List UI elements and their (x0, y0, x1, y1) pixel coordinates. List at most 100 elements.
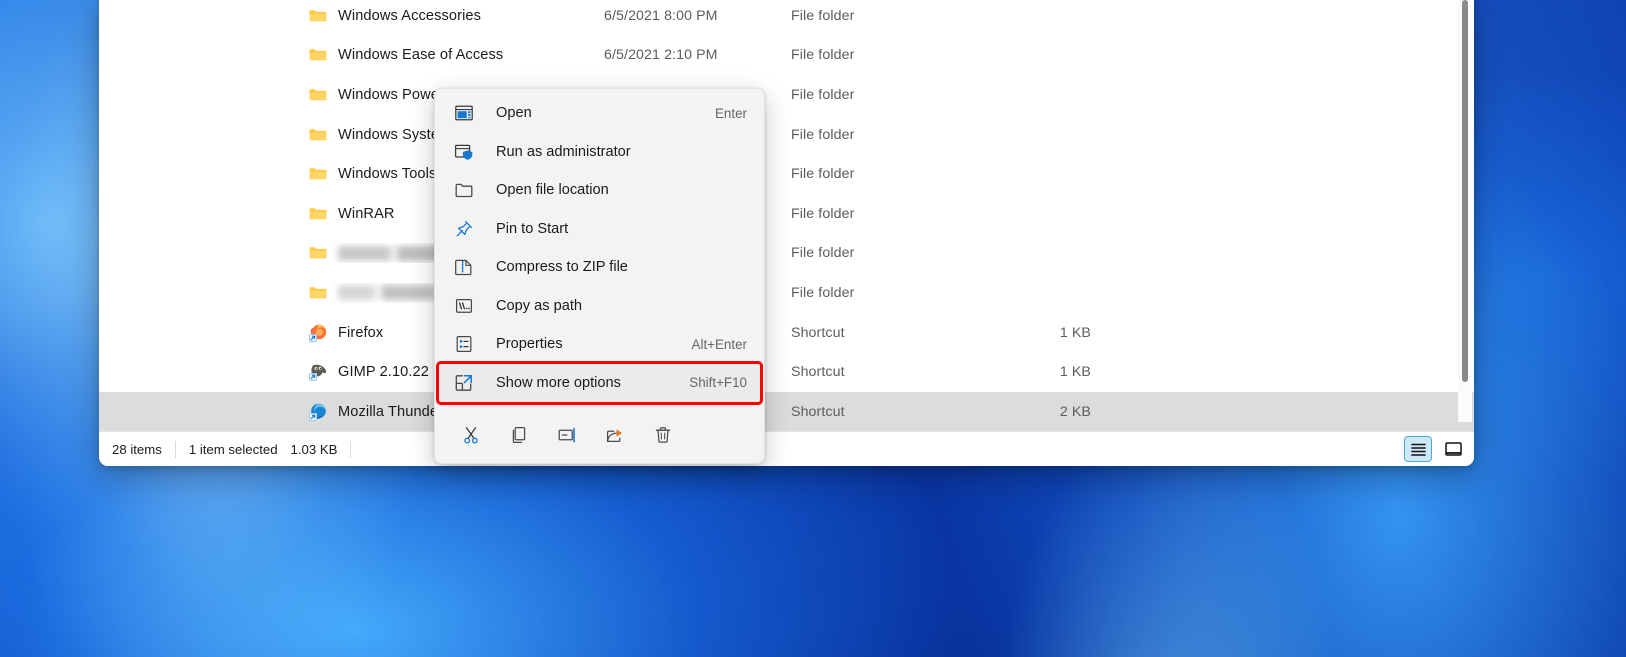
context-menu-items[interactable]: Open Enter Run as administrator Open file l… (436, 94, 763, 405)
table-row[interactable]: Windows Tools File folder (99, 154, 1474, 194)
folder-icon (308, 6, 328, 26)
file-list[interactable]: Windows Accessories 6/5/2021 8:00 PM File … (99, 0, 1474, 432)
share-button[interactable] (593, 417, 637, 453)
folder-icon (308, 243, 328, 263)
file-size-cell: 2 KB (1059, 403, 1091, 420)
menu-item-open-file-location[interactable]: Open file location (439, 171, 760, 210)
file-name-label: Firefox (338, 324, 384, 341)
folder-icon (309, 208, 327, 220)
pin-icon (456, 220, 473, 237)
date-modified-cell: 6/5/2021 8:00 PM (604, 7, 718, 24)
file-name-label: Windows Accessories (338, 7, 482, 24)
file-explorer-window: Windows Accessories 6/5/2021 8:00 PM File … (99, 0, 1474, 466)
menu-item-run-as-administrator[interactable]: Run as administrator (439, 133, 760, 172)
rename-button[interactable] (545, 417, 589, 453)
date-modified-cell: 6/5/2021 2:10 PM (604, 47, 718, 64)
rename-icon (558, 427, 575, 443)
properties-icon (456, 336, 472, 353)
context-menu-toolbar[interactable] (439, 411, 760, 459)
folder-icon (309, 247, 327, 259)
menu-item-pin-to-start[interactable]: Pin to Start (439, 210, 760, 249)
menu-item-label: Compress to ZIP file (496, 259, 628, 276)
table-row[interactable]: Firefox Shortcut 1 KB (99, 313, 1474, 353)
table-row[interactable]: Windows System Tools File folder (99, 115, 1474, 155)
thunderbird-icon (308, 402, 328, 422)
table-row[interactable]: Windows PowerShell File folder (99, 75, 1474, 115)
folder-open-icon (455, 184, 473, 198)
context-menu[interactable]: Open Enter Run as administrator Open file l… (434, 88, 765, 464)
menu-item-shortcut: Enter (714, 105, 747, 121)
menu-item-copy-as-path[interactable]: Copy as path (439, 287, 760, 326)
folder-icon (308, 45, 328, 65)
preview-pane-icon (1444, 441, 1462, 456)
table-row[interactable]: WinRAR File folder (99, 194, 1474, 234)
thunderbird-icon (309, 403, 326, 421)
zip-icon (455, 260, 472, 276)
table-row[interactable]: File folder (99, 273, 1474, 313)
preview-pane-button[interactable] (1439, 436, 1467, 462)
table-row[interactable]: Windows Accessories 6/5/2021 8:00 PM File … (99, 0, 1474, 36)
copy-path-icon (455, 298, 473, 313)
folder-icon (308, 125, 328, 145)
cut-icon (464, 427, 478, 444)
table-row[interactable]: Windows Ease of Access 6/5/2021 2:10 PM Fi… (99, 36, 1474, 76)
folder-icon (309, 10, 327, 22)
file-name-cell: Windows Accessories (308, 6, 604, 26)
file-type-cell: File folder (791, 166, 855, 183)
shield-admin-icon (454, 144, 473, 160)
menu-item-label: Show more options (496, 374, 621, 391)
folder-icon (308, 283, 328, 303)
file-type-cell: File folder (791, 47, 855, 64)
file-name-label: WinRAR (338, 205, 395, 222)
scrollbar-thumb[interactable] (1462, 0, 1468, 382)
menu-item-properties[interactable]: Properties Alt+Enter (439, 325, 760, 364)
table-row[interactable]: GIMP 2.10.22 Shortcut 1 KB (99, 352, 1474, 392)
status-divider-2 (350, 440, 352, 458)
folder-icon (309, 287, 327, 299)
share-icon (606, 429, 622, 443)
menu-item-shortcut: Shift+F10 (689, 375, 747, 391)
menu-item-show-more-options[interactable]: Show more options Shift+F10 (436, 360, 763, 405)
table-row[interactable]: File folder (99, 234, 1474, 274)
list-view-icon (1410, 443, 1426, 456)
expand-arrow-icon (455, 374, 472, 391)
file-type-cell: Shortcut (791, 403, 845, 420)
status-divider-1 (174, 440, 176, 458)
file-name-cell: Windows Ease of Access (308, 45, 604, 65)
menu-item-label: Properties (496, 336, 563, 353)
open-window-icon (454, 103, 474, 123)
menu-item-label: Open file location (496, 182, 609, 199)
menu-item-label: Pin to Start (496, 220, 569, 237)
folder-icon (308, 164, 328, 184)
context-menu-separator (447, 406, 752, 407)
menu-item-shortcut: Alt+Enter (691, 336, 747, 352)
folder-icon (309, 49, 327, 61)
zip-icon (454, 257, 474, 277)
open-window-icon (455, 105, 473, 121)
menu-item-open[interactable]: Open Enter (439, 94, 760, 133)
file-type-cell: File folder (791, 205, 855, 222)
cut-button[interactable] (449, 417, 493, 453)
table-row[interactable]: Mozilla Thunderbird Shortcut 2 KB (99, 391, 1474, 432)
firefox-icon (308, 323, 328, 343)
folder-icon (309, 89, 327, 101)
item-count-label: 28 items (112, 441, 162, 457)
folder-icon (309, 128, 327, 140)
file-size-cell: 1 KB (1059, 324, 1091, 341)
delete-button[interactable] (641, 417, 685, 453)
menu-item-label: Open (496, 105, 532, 122)
file-size-cell: 1 KB (1059, 364, 1091, 381)
vertical-scrollbar[interactable] (1458, 0, 1472, 422)
status-bar: 28 items 1 item selected 1.03 KB (99, 431, 1474, 466)
menu-item-label: Run as administrator (496, 143, 631, 160)
delete-icon (655, 427, 671, 443)
folder-open-icon (454, 180, 474, 200)
file-type-cell: File folder (791, 284, 855, 301)
copy-button[interactable] (497, 417, 541, 453)
details-view-button[interactable] (1404, 436, 1432, 462)
shield-admin-icon (454, 142, 474, 162)
file-name-label: Windows Tools (338, 166, 437, 183)
menu-item-compress-to-zip-file[interactable]: Compress to ZIP file (439, 248, 760, 287)
file-name-label: Windows Ease of Access (338, 47, 504, 64)
file-type-cell: File folder (791, 86, 855, 103)
